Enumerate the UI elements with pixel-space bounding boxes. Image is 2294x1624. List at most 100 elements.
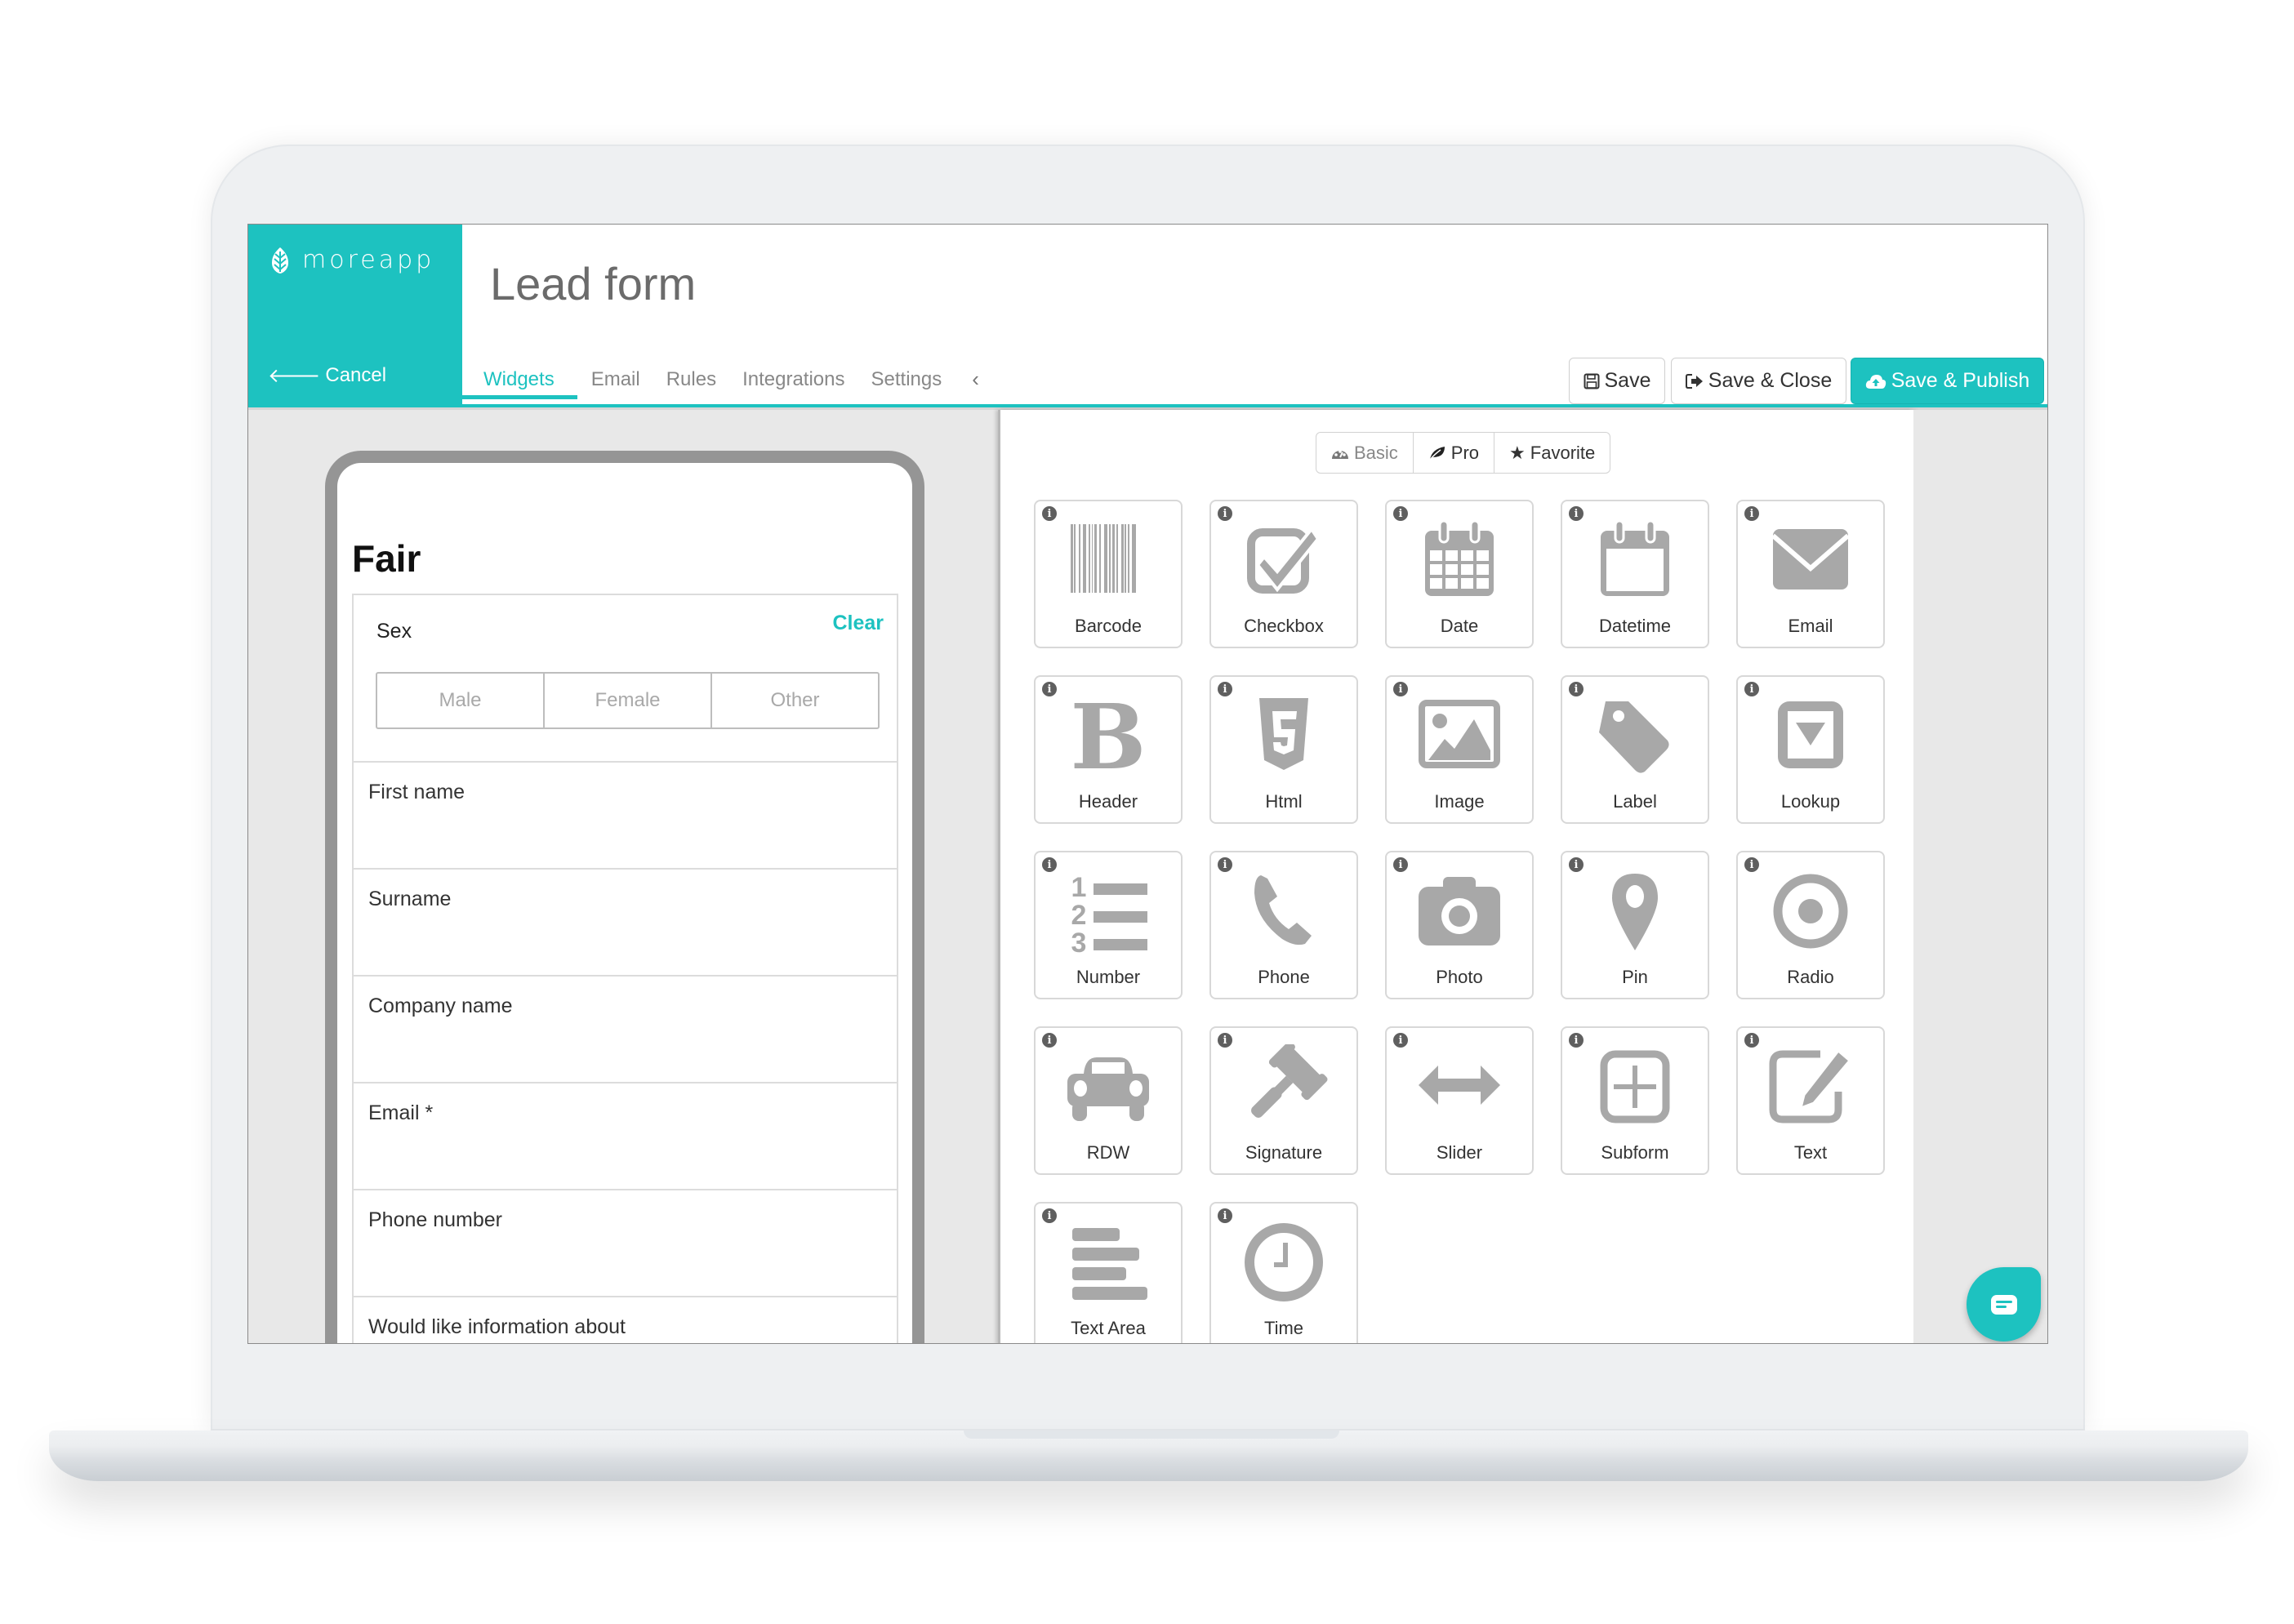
widget-rdw[interactable]: i RDW	[1034, 1026, 1183, 1175]
info-icon[interactable]: i	[1393, 506, 1408, 521]
widget-label: Radio	[1787, 967, 1834, 987]
widget-time[interactable]: i Time	[1209, 1202, 1358, 1343]
option-other[interactable]: Other	[712, 674, 878, 727]
save-close-button[interactable]: Save & Close	[1671, 358, 1846, 404]
company-name-field[interactable]: Company name	[354, 977, 897, 1083]
tab-integrations[interactable]: Integrations	[730, 363, 857, 399]
calendar-blank-icon	[1588, 519, 1682, 601]
filter-pro[interactable]: Pro	[1414, 433, 1495, 473]
widget-signature[interactable]: i Signature	[1209, 1026, 1358, 1175]
widget-radio[interactable]: i Radio	[1736, 851, 1885, 999]
info-icon[interactable]: i	[1569, 506, 1584, 521]
option-female[interactable]: Female	[545, 674, 712, 727]
widget-label: Image	[1434, 791, 1485, 812]
sex-options: Male Female Other	[376, 672, 880, 729]
widget-email[interactable]: i Email	[1736, 500, 1885, 648]
widget-header[interactable]: i B Header	[1034, 675, 1183, 824]
widget-text[interactable]: i Text	[1736, 1026, 1885, 1175]
floppy-disk-icon	[1584, 373, 1599, 389]
filter-favorite[interactable]: ★ Favorite	[1494, 433, 1610, 473]
brand-name: moreapp	[302, 246, 435, 274]
info-icon[interactable]: i	[1393, 1033, 1408, 1048]
info-icon[interactable]: i	[1042, 682, 1057, 696]
tab-rules[interactable]: Rules	[654, 363, 728, 399]
save-publish-button[interactable]: Save & Publish	[1851, 358, 2044, 404]
widget-label: Email	[1788, 616, 1833, 636]
cancel-label: Cancel	[325, 364, 387, 386]
widget-pin[interactable]: i Pin	[1561, 851, 1709, 999]
checkbox-icon	[1236, 519, 1331, 601]
leaf-icon	[1429, 446, 1445, 460]
form-preview-pane: Fair Sex Clear Male Female Other First n…	[248, 410, 998, 1343]
widget-label: Photo	[1436, 967, 1483, 987]
info-icon[interactable]: i	[1218, 857, 1232, 872]
phone-number-field[interactable]: Phone number	[354, 1190, 897, 1297]
info-icon[interactable]: i	[1393, 857, 1408, 872]
info-icon[interactable]: i	[1218, 1208, 1232, 1223]
tab-settings[interactable]: Settings	[859, 363, 955, 399]
arrows-horizontal-icon	[1412, 1046, 1507, 1128]
barcode-icon	[1061, 519, 1156, 601]
widget-datetime[interactable]: i Datetime	[1561, 500, 1709, 648]
info-icon[interactable]: i	[1218, 682, 1232, 696]
widget-photo[interactable]: i Photo	[1385, 851, 1534, 999]
widget-label: Barcode	[1075, 616, 1142, 636]
leaf-logo-icon	[272, 247, 288, 274]
widget-number[interactable]: i 1 2 3 Number	[1034, 851, 1183, 999]
info-icon[interactable]: i	[1218, 506, 1232, 521]
widget-date[interactable]: i Date	[1385, 500, 1534, 648]
filter-basic[interactable]: Basic	[1316, 433, 1414, 473]
widget-label: Slider	[1436, 1142, 1483, 1163]
align-left-icon	[1061, 1221, 1156, 1303]
widget-text-area[interactable]: i Text Area	[1034, 1202, 1183, 1343]
first-name-field[interactable]: First name	[354, 763, 897, 870]
email-field[interactable]: Email *	[354, 1083, 897, 1190]
arrow-left-icon: 🡐	[268, 365, 321, 387]
widget-subform[interactable]: i Subform	[1561, 1026, 1709, 1175]
option-male[interactable]: Male	[377, 674, 545, 727]
tab-email[interactable]: Email	[579, 363, 653, 399]
widget-checkbox[interactable]: i Checkbox	[1209, 500, 1358, 648]
widget-slider[interactable]: i Slider	[1385, 1026, 1534, 1175]
svg-text:1: 1	[1071, 872, 1087, 903]
field-label: Would like information about	[368, 1315, 626, 1338]
info-icon[interactable]: i	[1569, 1033, 1584, 1048]
info-icon[interactable]: i	[1569, 682, 1584, 696]
widget-phone[interactable]: i Phone	[1209, 851, 1358, 999]
sex-field: Sex Clear Male Female Other	[354, 595, 897, 763]
field-label: Company name	[368, 994, 513, 1017]
clear-button[interactable]: Clear	[832, 612, 884, 635]
tab-widgets[interactable]: Widgets	[462, 363, 577, 399]
widget-label: Signature	[1245, 1142, 1323, 1163]
widget-barcode[interactable]: i Barcode	[1034, 500, 1183, 648]
info-icon[interactable]: i	[1218, 1033, 1232, 1048]
info-icon[interactable]: i	[1744, 682, 1759, 696]
edit-icon	[1763, 1046, 1858, 1128]
sign-out-icon	[1685, 373, 1703, 389]
dashboard-icon	[1332, 449, 1348, 459]
save-button[interactable]: Save	[1569, 358, 1665, 404]
filter-basic-label: Basic	[1354, 442, 1398, 463]
gavel-icon	[1236, 1044, 1331, 1128]
cancel-link[interactable]: 🡐 Cancel	[268, 363, 386, 388]
info-icon[interactable]: i	[1393, 682, 1408, 696]
widget-palette: Basic Pro ★ Favorite i Barcode i Checkbox i D…	[998, 410, 1913, 1343]
widget-image[interactable]: i Image	[1385, 675, 1534, 824]
info-icon[interactable]: i	[1744, 857, 1759, 872]
chevron-left-icon[interactable]: ‹	[955, 363, 996, 404]
chat-button[interactable]	[1967, 1267, 2041, 1341]
widget-label: Number	[1076, 967, 1141, 987]
widget-html[interactable]: i Html	[1209, 675, 1358, 824]
info-icon[interactable]: i	[1569, 857, 1584, 872]
info-icon[interactable]: i	[1042, 1033, 1057, 1048]
info-icon[interactable]: i	[1744, 1033, 1759, 1048]
sex-label: Sex	[376, 620, 412, 643]
info-icon[interactable]: i	[1042, 857, 1057, 872]
info-icon[interactable]: i	[1042, 506, 1057, 521]
information-about-field[interactable]: Would like information about	[354, 1297, 897, 1343]
widget-lookup[interactable]: i Lookup	[1736, 675, 1885, 824]
info-icon[interactable]: i	[1042, 1208, 1057, 1223]
widget-label[interactable]: i Label	[1561, 675, 1709, 824]
surname-field[interactable]: Surname	[354, 870, 897, 977]
info-icon[interactable]: i	[1744, 506, 1759, 521]
